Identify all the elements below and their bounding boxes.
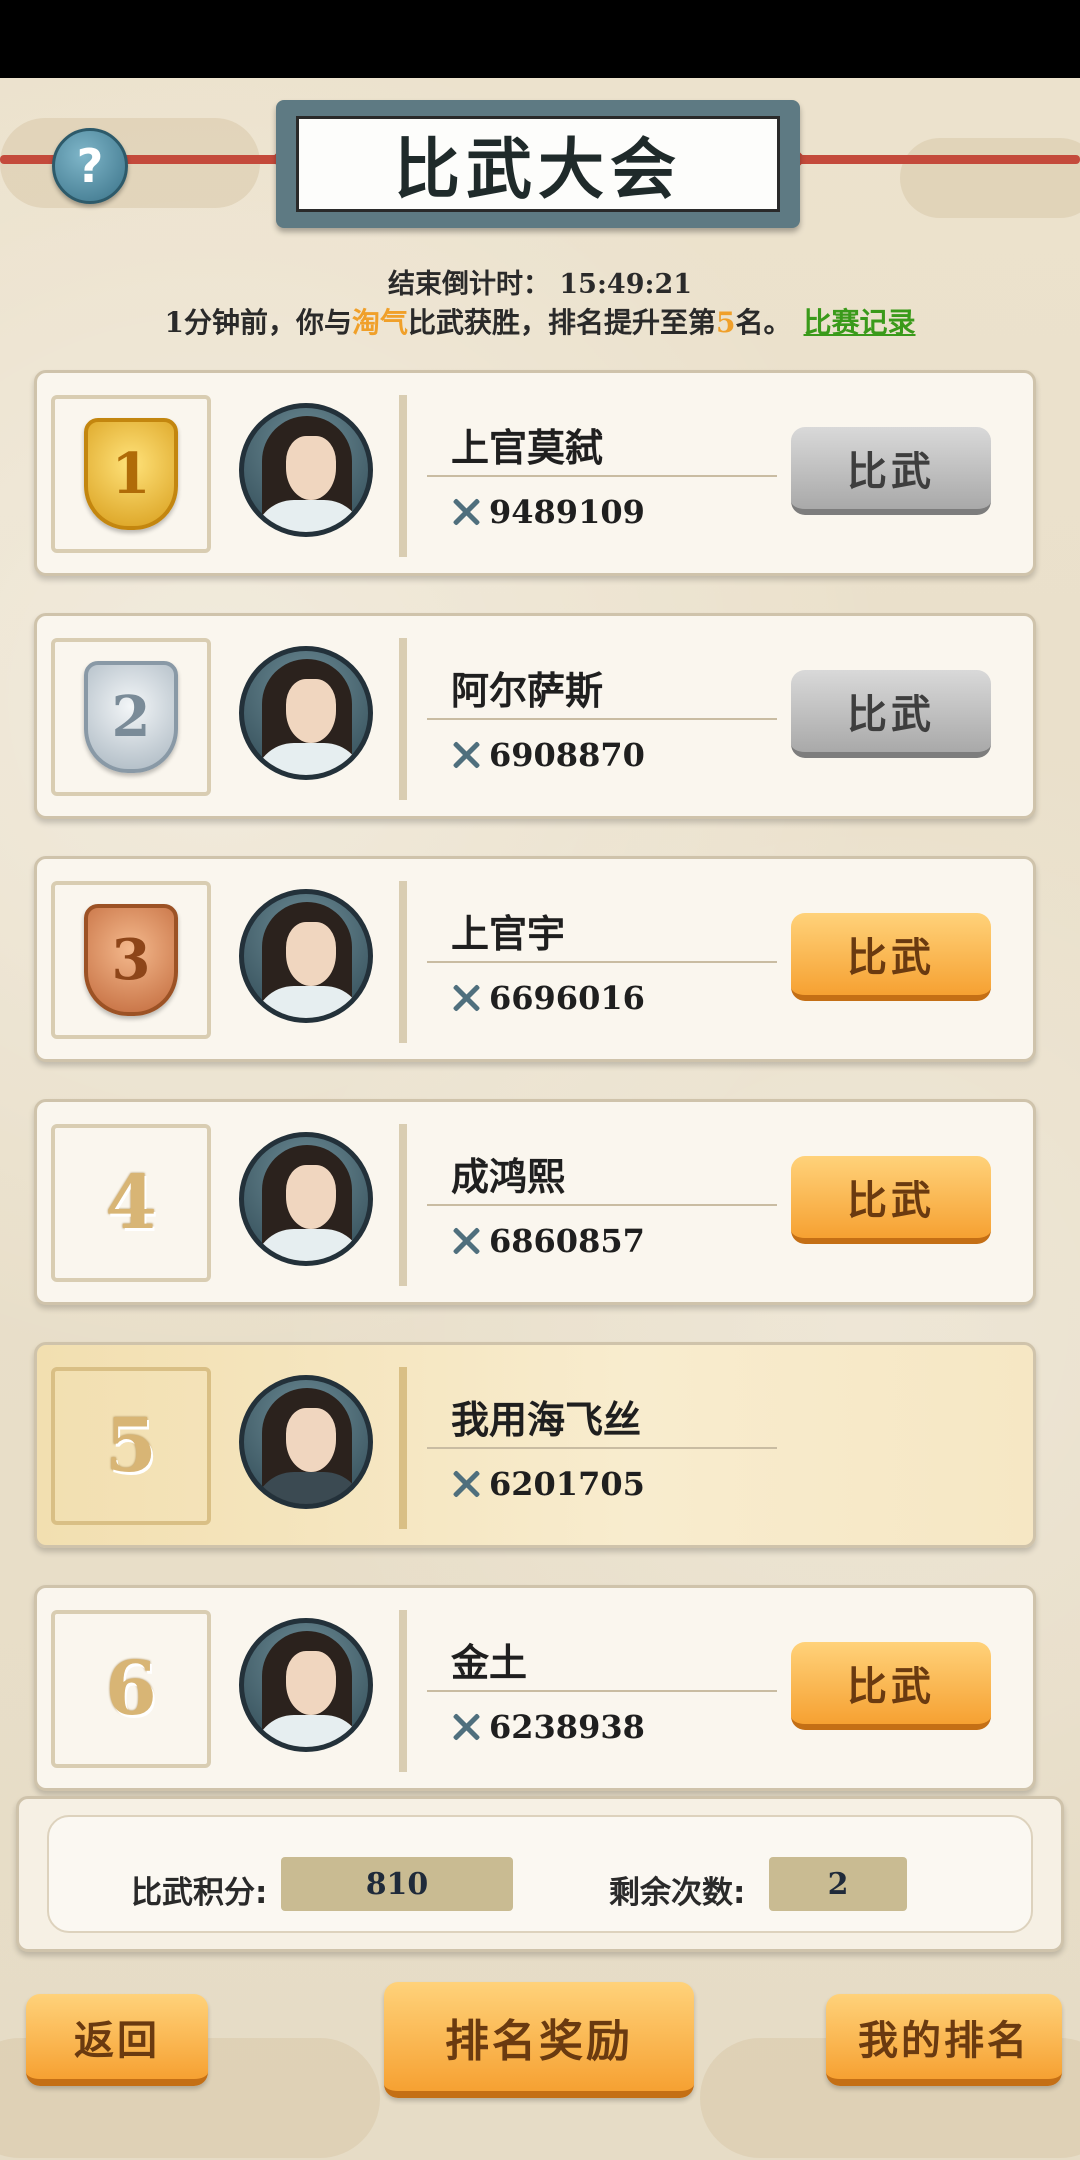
points-value: 810 — [281, 1857, 513, 1911]
rank-badge-box: 6 — [51, 1610, 211, 1768]
combat-power: 6908870 — [451, 736, 645, 774]
power-value: 6860857 — [489, 1222, 645, 1260]
back-button[interactable]: 返回 — [26, 1994, 208, 2086]
combat-power: 6860857 — [451, 1222, 645, 1260]
status-bar — [0, 0, 1080, 78]
rank-number: 4 — [105, 1160, 157, 1246]
rank-badge-box: 5 — [51, 1367, 211, 1525]
combat-power: 6696016 — [451, 979, 645, 1017]
rank-number: 6 — [105, 1646, 157, 1732]
silver-medal-icon: 2 — [84, 661, 178, 773]
challenge-button[interactable]: 比武 — [791, 670, 991, 758]
power-value: 6238938 — [489, 1708, 645, 1746]
ranking-row: 6 金土 6238938 比武 — [34, 1585, 1036, 1791]
help-icon: ? — [76, 139, 104, 193]
avatar[interactable] — [239, 1618, 373, 1752]
title-plate: 比武大会 — [276, 100, 800, 228]
countdown: 结束倒计时： 15:49:21 — [0, 262, 1080, 301]
bronze-medal-icon: 3 — [84, 904, 178, 1016]
divider — [427, 1447, 777, 1449]
rank-badge-box: 3 — [51, 881, 211, 1039]
player-info: 我用海飞丝 6201705 — [399, 1367, 1027, 1529]
power-value: 6201705 — [489, 1465, 645, 1503]
divider — [427, 718, 777, 720]
rank-number: 2 — [111, 684, 151, 750]
combat-power: 6238938 — [451, 1708, 645, 1746]
news-prefix: 1分钟前，你与 — [164, 306, 352, 339]
rank-number: 1 — [111, 441, 151, 507]
rank-number: 5 — [105, 1403, 157, 1489]
player-name: 上官宇 — [451, 912, 566, 956]
battle-news: 1分钟前，你与淘气比武获胜，排名提升至第5名。 比赛记录 — [0, 301, 1080, 341]
power-value: 6908870 — [489, 736, 645, 774]
divider — [427, 475, 777, 477]
player-name: 成鸿熙 — [451, 1155, 566, 1199]
rank-number: 3 — [111, 927, 151, 993]
avatar[interactable] — [239, 403, 373, 537]
challenge-button[interactable]: 比武 — [791, 913, 991, 1001]
ranking-row: 1 上官莫弑 9489109 比武 — [34, 370, 1036, 576]
countdown-time: 15:49:21 — [559, 269, 693, 300]
rank-badge-box: 4 — [51, 1124, 211, 1282]
news-middle: 比武获胜，排名提升至第 — [407, 306, 716, 339]
ranking-row-self: 5 我用海飞丝 6201705 — [34, 1342, 1036, 1548]
countdown-label: 结束倒计时： — [387, 269, 550, 300]
ranking-row: 2 阿尔萨斯 6908870 比武 — [34, 613, 1036, 819]
remaining-label: 剩余次数: — [609, 1875, 746, 1911]
news-opponent: 淘气 — [351, 306, 408, 339]
crossed-swords-icon — [451, 1712, 481, 1742]
rank-badge-box: 1 — [51, 395, 211, 553]
ranking-row: 4 成鸿熙 6860857 比武 — [34, 1099, 1036, 1305]
rank-reward-button[interactable]: 排名奖励 — [384, 1982, 694, 2098]
divider — [427, 1690, 777, 1692]
player-name: 上官莫弑 — [451, 426, 604, 470]
rope-right — [790, 155, 1080, 164]
help-button[interactable]: ? — [52, 128, 128, 204]
avatar[interactable] — [239, 646, 373, 780]
divider — [427, 961, 777, 963]
rope-left — [0, 155, 290, 164]
news-suffix: 名。 — [735, 306, 792, 339]
cloud-decoration — [900, 138, 1080, 218]
challenge-button[interactable]: 比武 — [791, 1156, 991, 1244]
crossed-swords-icon — [451, 1469, 481, 1499]
avatar[interactable] — [239, 889, 373, 1023]
challenge-button[interactable]: 比武 — [791, 427, 991, 515]
combat-power: 9489109 — [451, 493, 645, 531]
news-rank: 5 — [716, 306, 736, 339]
crossed-swords-icon — [451, 983, 481, 1013]
page-title: 比武大会 — [296, 116, 780, 212]
player-name: 我用海飞丝 — [451, 1398, 642, 1442]
crossed-swords-icon — [451, 497, 481, 527]
crossed-swords-icon — [451, 1226, 481, 1256]
avatar[interactable] — [239, 1132, 373, 1266]
stats-inner: 比武积分: 810 剩余次数: 2 — [47, 1815, 1033, 1933]
crossed-swords-icon — [451, 740, 481, 770]
avatar[interactable] — [239, 1375, 373, 1509]
player-name: 金土 — [451, 1641, 528, 1685]
divider — [427, 1204, 777, 1206]
points-label: 比武积分: — [131, 1875, 268, 1911]
rank-badge-box: 2 — [51, 638, 211, 796]
match-record-link[interactable]: 比赛记录 — [804, 306, 916, 339]
gold-medal-icon: 1 — [84, 418, 178, 530]
remaining-value: 2 — [769, 1857, 907, 1911]
combat-power: 6201705 — [451, 1465, 645, 1503]
power-value: 9489109 — [489, 493, 645, 531]
ranking-row: 3 上官宇 6696016 比武 — [34, 856, 1036, 1062]
player-name: 阿尔萨斯 — [451, 669, 604, 713]
challenge-button[interactable]: 比武 — [791, 1642, 991, 1730]
stats-panel: 比武积分: 810 剩余次数: 2 — [16, 1796, 1064, 1952]
my-rank-button[interactable]: 我的排名 — [826, 1994, 1062, 2086]
power-value: 6696016 — [489, 979, 645, 1017]
